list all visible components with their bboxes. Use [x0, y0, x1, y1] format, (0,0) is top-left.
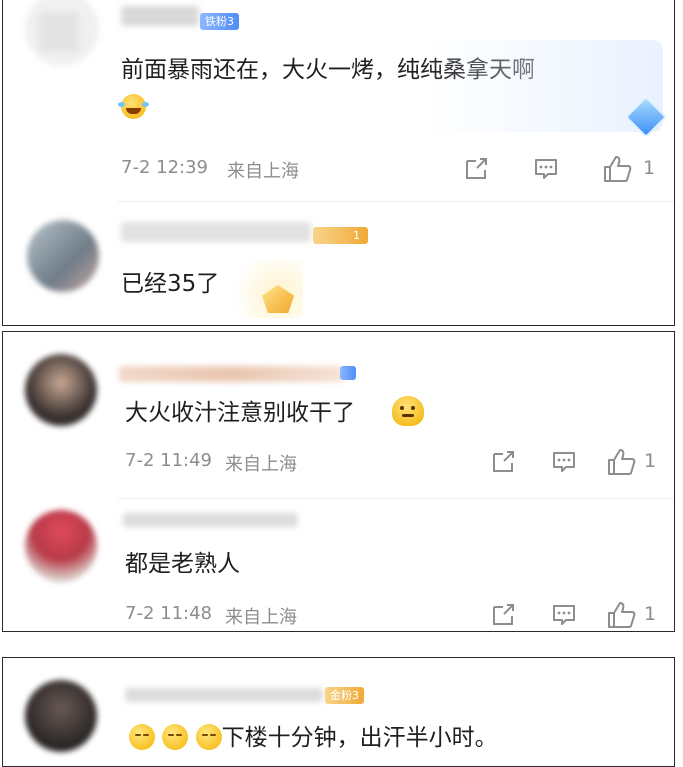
comment-time: 7-2 11:49 [125, 450, 212, 471]
divider [118, 498, 674, 499]
username[interactable] [123, 513, 298, 527]
share-icon[interactable] [491, 450, 517, 474]
like-count: 1 [643, 157, 656, 179]
comment-location: 来自上海 [225, 607, 297, 628]
avatar[interactable] [25, 354, 97, 426]
comment-text: 大火收汁注意别收干了 [125, 400, 355, 426]
comment-location: 来自上海 [227, 161, 299, 182]
comment-panel-2: 大火收汁注意别收干了 7-2 11:49 来自上海 1 都是老熟人 7-2 11… [2, 331, 675, 632]
melting-face-emoji-icon [392, 396, 424, 426]
comment-icon[interactable] [533, 157, 559, 181]
comment-text: 已经35了 [121, 271, 220, 297]
fan-badge: 铁粉3 [200, 13, 239, 30]
like-count: 1 [644, 603, 657, 625]
relieved-face-emoji-icon [129, 724, 155, 750]
fan-badge [340, 366, 356, 380]
comment-text: 下楼十分钟，出汗半小时。 [129, 722, 498, 754]
comment-icon[interactable] [551, 603, 577, 627]
share-icon[interactable] [491, 603, 517, 627]
avatar[interactable] [25, 0, 99, 66]
fan-badge: 金粉3 [325, 687, 364, 704]
relieved-face-emoji-icon [162, 724, 189, 750]
reply-card-decoration [223, 260, 303, 318]
thumb-up-icon[interactable] [607, 601, 637, 629]
comment-panel-1: 铁粉3 前面暴雨还在，大火一烤，纯纯桑拿天啊 7-2 12:39 来自上海 1 … [2, 0, 675, 326]
divider [118, 201, 674, 202]
thumb-up-icon[interactable] [603, 155, 633, 183]
like-count: 1 [644, 450, 657, 472]
share-icon[interactable] [464, 157, 490, 181]
comment-icon[interactable] [551, 450, 577, 474]
avatar[interactable] [25, 680, 97, 752]
avatar[interactable] [27, 220, 99, 292]
username[interactable] [121, 222, 311, 242]
fan-badge: 1 [313, 227, 368, 244]
comment-time: 7-2 12:39 [121, 157, 208, 178]
comment-text: 都是老熟人 [125, 551, 240, 577]
comment-text-body: 下楼十分钟，出汗半小时。 [221, 725, 498, 751]
relieved-face-emoji-icon [195, 724, 222, 750]
comment-time: 7-2 11:48 [125, 603, 212, 624]
comment-location: 来自上海 [225, 454, 297, 475]
laugh-cry-emoji-icon [118, 94, 149, 119]
username[interactable] [121, 6, 199, 26]
avatar[interactable] [25, 510, 97, 582]
username[interactable] [125, 688, 323, 702]
thumb-up-icon[interactable] [607, 448, 637, 476]
comment-panel-3: 金粉3 下楼十分钟，出汗半小时。 [2, 657, 675, 767]
username[interactable] [119, 366, 344, 382]
